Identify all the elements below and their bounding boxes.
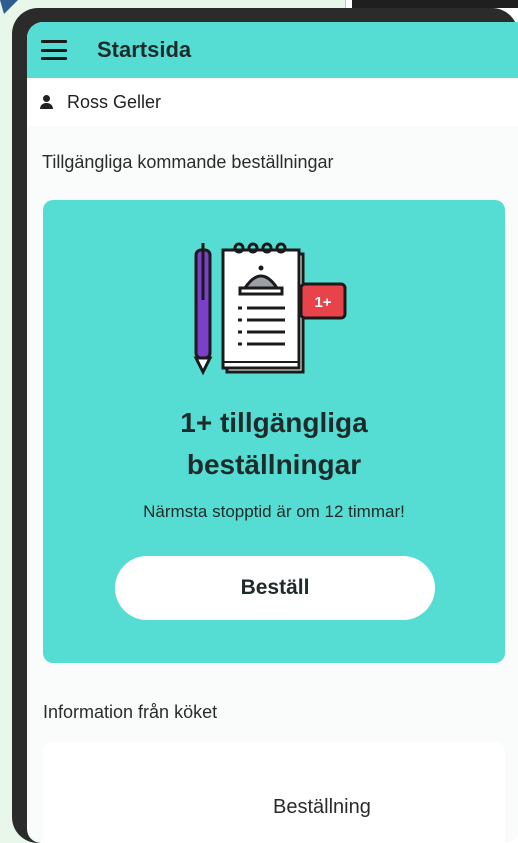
deadline-text: Närmsta stopptid är om 12 timmar! bbox=[143, 502, 405, 521]
count-badge: 1+ bbox=[299, 282, 347, 320]
count-badge-label: 1+ bbox=[314, 294, 331, 311]
upcoming-orders-card: 1+ 1+ tillgängliga beställningar Närmsta… bbox=[43, 200, 505, 663]
available-orders-heading: 1+ tillgängliga beställningar bbox=[43, 402, 505, 486]
order-button[interactable]: Beställ bbox=[115, 556, 435, 620]
hamburger-menu-icon[interactable] bbox=[41, 40, 67, 60]
app-screen: Startsida Ross Geller Tillgängliga komma… bbox=[27, 22, 518, 843]
app-bar: Startsida bbox=[27, 22, 518, 78]
page-title: Startsida bbox=[97, 37, 192, 62]
kitchen-info-heading: Information från köket bbox=[43, 702, 218, 722]
kitchen-info-card[interactable]: Beställning bbox=[43, 742, 505, 843]
user-row: Ross Geller bbox=[27, 78, 518, 126]
person-icon bbox=[39, 95, 53, 109]
order-notepad-icon: 1+ bbox=[193, 242, 347, 376]
kitchen-info-item-label: Beställning bbox=[273, 796, 371, 818]
available-orders-heading-line1: 1+ tillgängliga bbox=[180, 407, 368, 438]
pen-icon bbox=[193, 243, 213, 376]
background-bar bbox=[352, 0, 518, 8]
available-orders-heading-line2: beställningar bbox=[186, 449, 362, 480]
upcoming-orders-heading: Tillgängliga kommande beställningar bbox=[42, 152, 334, 172]
user-name: Ross Geller bbox=[67, 91, 162, 112]
